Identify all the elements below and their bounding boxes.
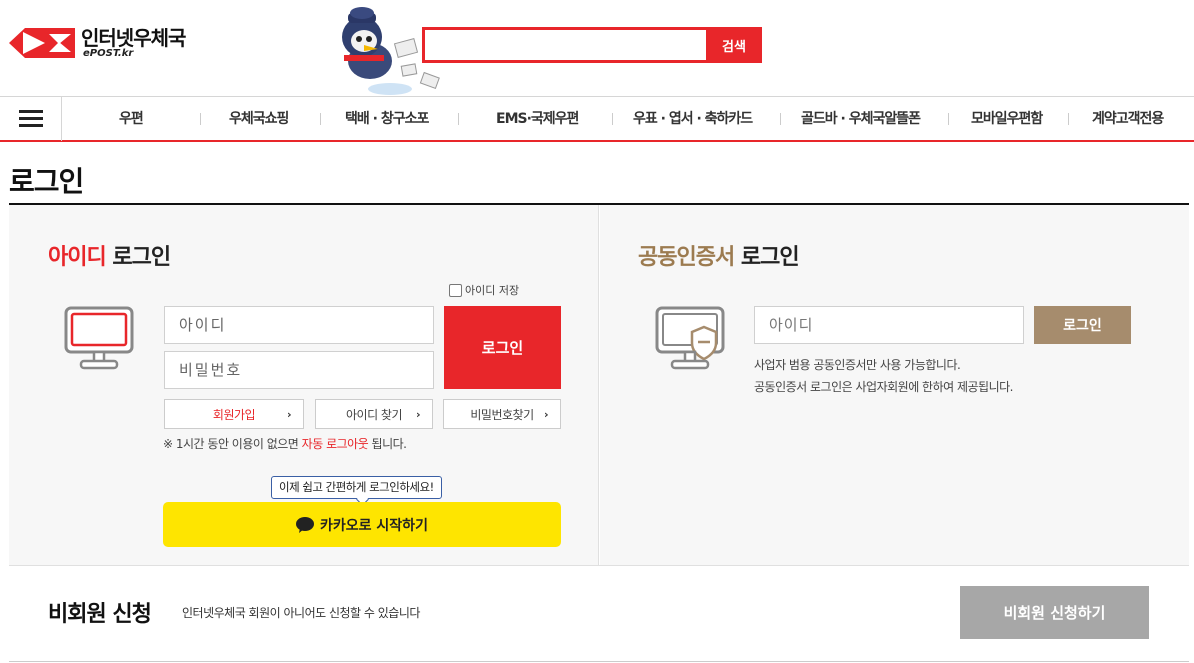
nonmember-description: 인터넷우체국 회원이 아니어도 신청할 수 있습니다 <box>182 606 420 620</box>
remember-id-label: 아이디 저장 <box>465 284 520 297</box>
nav-separator <box>948 113 949 125</box>
main-nav: 우편 우체국쇼핑 택배 · 창구소포 EMS·국제우편 우표 · 엽서 · 축하… <box>0 96 1194 142</box>
nav-item-ems[interactable]: EMS·국제우편 <box>496 97 579 141</box>
bottom-divider <box>9 661 1189 662</box>
nav-separator <box>612 113 613 125</box>
epost-logo-icon <box>9 28 75 58</box>
certificate-monitor-icon <box>655 306 725 370</box>
nav-separator <box>1068 113 1069 125</box>
nav-separator <box>320 113 321 125</box>
id-login-heading-rest: 로그인 <box>105 245 171 270</box>
notice-suffix: 됩니다. <box>368 437 407 451</box>
kakao-login-label: 카카오로 시작하기 <box>320 517 428 534</box>
logo-title: 인터넷우체국 <box>81 26 186 50</box>
kakao-tooltip: 이제 쉽고 간편하게 로그인하세요! <box>271 476 442 499</box>
id-login-heading-highlight: 아이디 <box>48 245 107 270</box>
nonmember-apply-button[interactable]: 비회원 신청하기 <box>960 586 1149 639</box>
search-input[interactable] <box>422 27 706 63</box>
chevron-right-icon: › <box>286 408 292 421</box>
id-login-panel: 아이디 로그인 아이디 저장 아이디 비밀번호 로그인 회원가입 › 아이디 찾… <box>9 205 599 565</box>
nav-item-goldbar[interactable]: 골드바 · 우체국알뜰폰 <box>801 97 921 141</box>
nav-item-shopping[interactable]: 우체국쇼핑 <box>229 97 289 141</box>
chevron-right-icon: › <box>415 408 421 421</box>
menu-icon[interactable] <box>0 96 62 141</box>
nav-item-stamps[interactable]: 우표 · 엽서 · 축하카드 <box>633 97 753 141</box>
search-bar: 검색 <box>422 27 762 63</box>
page-title: 로그인 <box>9 165 84 198</box>
id-input[interactable]: 아이디 <box>164 306 434 344</box>
monitor-icon <box>64 306 134 370</box>
nav-item-parcel[interactable]: 택배 · 창구소포 <box>345 97 429 141</box>
cert-login-panel: 공동인증서 로그인 아이디 로그인 사업자 범용 공동인증서만 사용 가능합니다… <box>600 205 1189 565</box>
chevron-right-icon: › <box>543 408 549 421</box>
section-divider <box>9 565 1189 566</box>
notice-prefix: ※ 1시간 동안 이용이 없으면 <box>163 437 302 451</box>
header: 인터넷우체국 ePOST.kr 검색 <box>0 0 1194 96</box>
signup-button[interactable]: 회원가입 › <box>164 399 304 429</box>
cert-login-heading-rest: 로그인 <box>734 245 800 270</box>
find-id-button[interactable]: 아이디 찾기 › <box>315 399 433 429</box>
cert-login-heading-highlight: 공동인증서 <box>638 245 735 270</box>
logo-subtitle: ePOST.kr <box>83 48 134 59</box>
kakao-login-button[interactable]: 카카오로 시작하기 <box>163 502 561 547</box>
search-button[interactable]: 검색 <box>706 27 762 63</box>
signup-label: 회원가입 <box>212 407 256 422</box>
cert-note-1: 사업자 범용 공동인증서만 사용 가능합니다. <box>754 358 961 372</box>
find-password-button[interactable]: 비밀번호찾기 › <box>443 399 561 429</box>
nonmember-title: 비회원 신청 <box>48 602 152 627</box>
cert-id-input[interactable]: 아이디 <box>754 306 1024 344</box>
find-password-label: 비밀번호찾기 <box>470 407 534 422</box>
nav-separator <box>458 113 459 125</box>
remember-id-checkbox[interactable]: 아이디 저장 <box>449 282 519 298</box>
id-login-heading: 아이디 로그인 <box>48 239 171 271</box>
cert-login-heading: 공동인증서 로그인 <box>638 239 800 271</box>
password-input[interactable]: 비밀번호 <box>164 351 434 389</box>
cert-note-2: 공동인증서 로그인은 사업자회원에 한하여 제공됩니다. <box>754 380 1014 394</box>
auto-logout-notice: ※ 1시간 동안 이용이 없으면 자동 로그아웃 됩니다. <box>163 435 407 452</box>
find-id-label: 아이디 찾기 <box>345 407 403 422</box>
notice-highlight: 자동 로그아웃 <box>301 437 369 451</box>
checkbox-icon[interactable] <box>449 283 462 297</box>
nav-item-contract[interactable]: 계약고객전용 <box>1092 97 1164 141</box>
speech-bubble-icon <box>296 516 315 533</box>
nav-separator <box>200 113 201 125</box>
cert-login-button[interactable]: 로그인 <box>1034 306 1131 344</box>
nav-item-mobile-mailbox[interactable]: 모바일우편함 <box>971 97 1043 141</box>
nav-item-post[interactable]: 우편 <box>119 97 144 141</box>
site-logo[interactable]: 인터넷우체국 ePOST.kr <box>9 26 186 60</box>
nav-separator <box>780 113 781 125</box>
login-button[interactable]: 로그인 <box>444 306 561 389</box>
